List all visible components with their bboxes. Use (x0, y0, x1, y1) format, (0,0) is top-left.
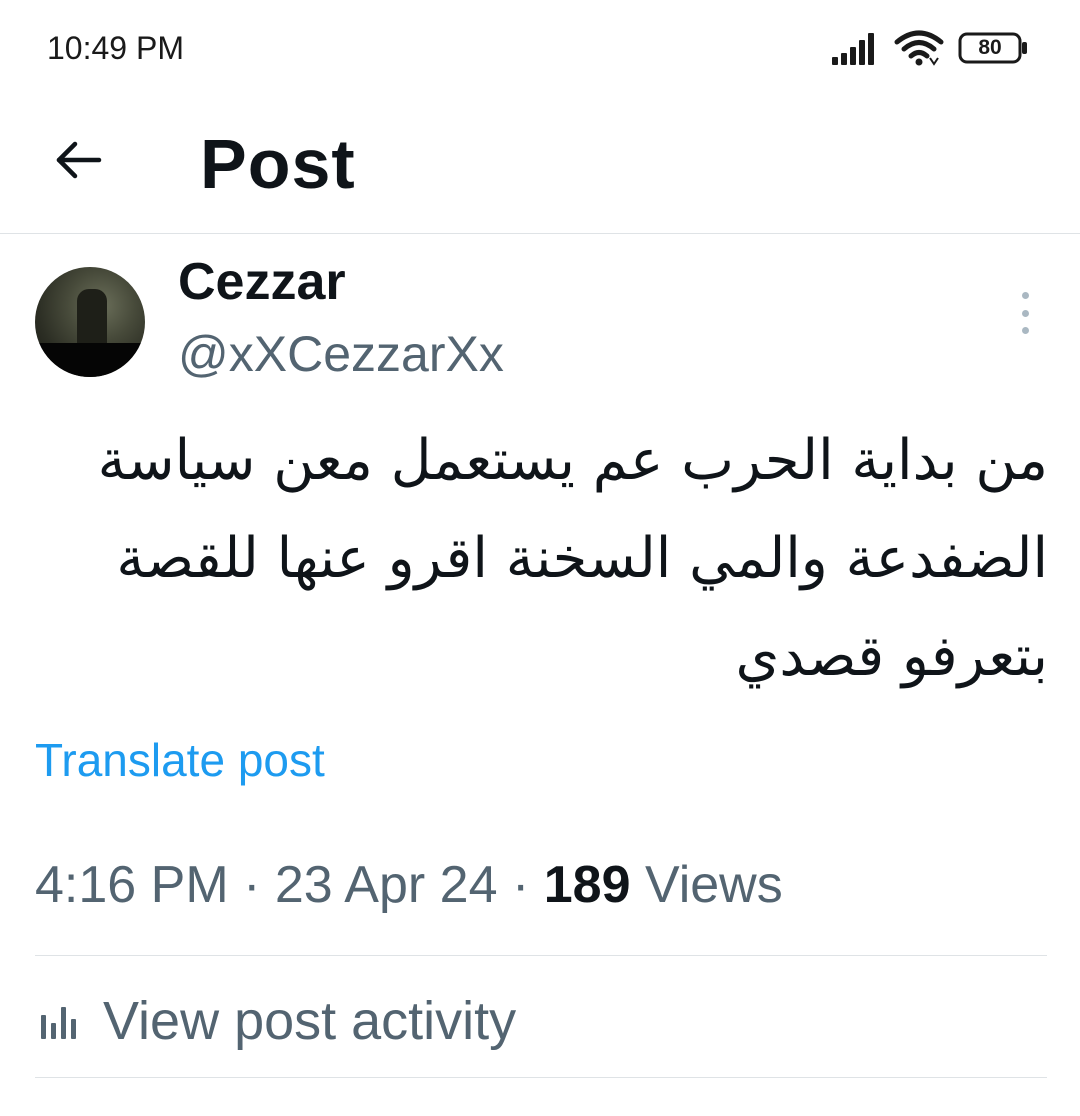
bar-chart-icon (35, 1001, 81, 1041)
arrow-left-icon (53, 140, 103, 185)
post-text-line: من بداية الحرب عم يستعمل معن سياسة (97, 428, 1048, 493)
battery-level: 80 (978, 36, 1002, 59)
more-dot-icon (1021, 327, 1029, 334)
status-icons: 80 (830, 30, 1030, 66)
author-handle[interactable]: @xXCezzarXx (178, 325, 504, 383)
post-text: من بداية الحرب عم يستعمل معن سياسة الضفد… (40, 412, 1048, 706)
battery-icon: 80 (958, 31, 1030, 65)
status-time: 10:49 PM (47, 30, 184, 66)
view-post-activity-button[interactable]: View post activity (35, 986, 516, 1056)
views-label: Views (644, 856, 783, 914)
meta-separator: · (243, 856, 261, 914)
post-time[interactable]: 4:16 PM (35, 856, 229, 914)
view-post-activity-label: View post activity (103, 991, 517, 1051)
avatar-figure (77, 289, 107, 347)
meta-separator: · (511, 856, 530, 914)
views-count: 189 (543, 856, 631, 914)
more-options-button[interactable] (1008, 288, 1042, 338)
author-display-name[interactable]: Cezzar (178, 252, 346, 312)
post-meta: 4:16 PM · 23 Apr 24 · 189 Views (35, 855, 783, 915)
avatar-shadow (35, 343, 145, 377)
post-text-line: الضفدعة والمي السخنة اقرو عنها للقصة (116, 526, 1048, 591)
avatar[interactable] (35, 267, 145, 377)
more-dot-icon (1021, 292, 1029, 299)
status-bar: 10:49 PM 80 (0, 0, 1080, 100)
signal-icon (830, 31, 880, 65)
more-dot-icon (1021, 309, 1029, 317)
post-text-line: بتعرفو قصدي (735, 624, 1048, 689)
header: Post (0, 100, 1080, 234)
page-title: Post (200, 125, 356, 203)
post-date[interactable]: 23 Apr 24 (275, 856, 498, 914)
divider (35, 1077, 1047, 1078)
back-button[interactable] (48, 134, 108, 190)
wifi-icon (894, 30, 944, 66)
divider (35, 955, 1047, 956)
translate-post-link[interactable]: Translate post (35, 733, 325, 787)
